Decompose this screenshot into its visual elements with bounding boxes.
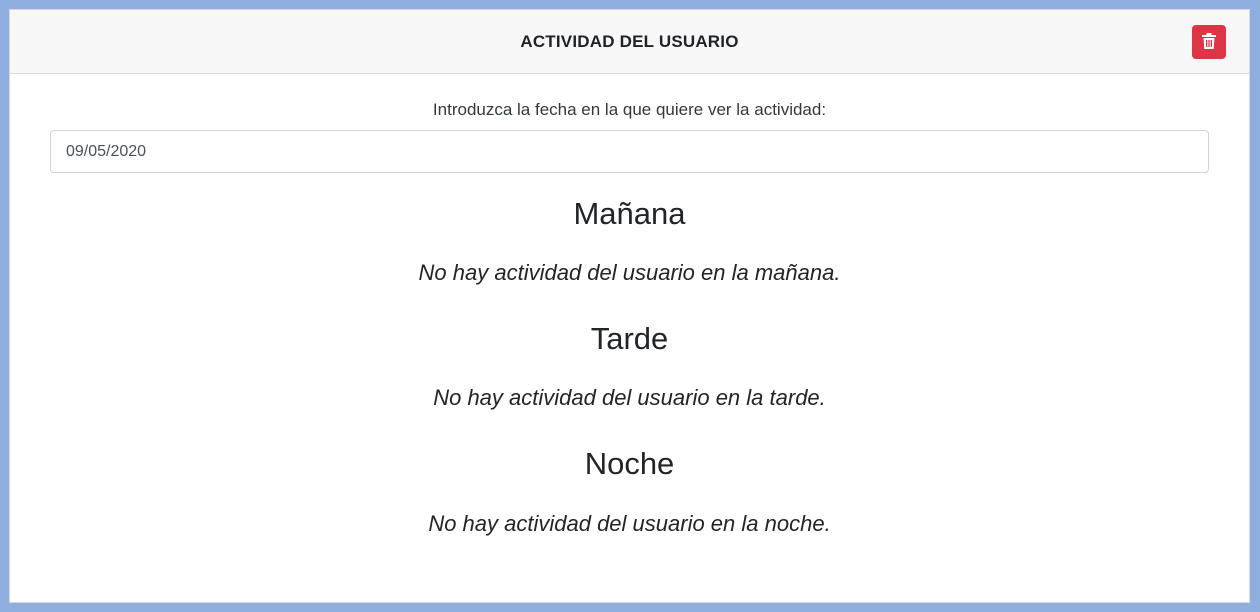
section-message-noche: No hay actividad del usuario en la noche… [428,510,831,536]
card-body: Introduzca la fecha en la que quiere ver… [10,100,1249,537]
section-title-tarde: Tarde [590,321,669,357]
trash-icon [1202,32,1216,52]
section-message-manana: No hay actividad del usuario en la mañan… [418,260,841,286]
section-message-tarde: No hay actividad del usuario en la tarde… [433,385,826,411]
card-header: ACTIVIDAD DEL USUARIO [10,10,1249,74]
section-title-noche: Noche [584,446,675,482]
page-title: ACTIVIDAD DEL USUARIO [520,31,739,51]
delete-button[interactable] [1192,25,1226,59]
activity-card: ACTIVIDAD DEL USUARIO Introduzca la fech… [9,9,1250,603]
date-input[interactable] [50,130,1209,173]
section-title-manana: Mañana [573,196,686,231]
date-label: Introduzca la fecha en la que quiere ver… [432,100,827,119]
